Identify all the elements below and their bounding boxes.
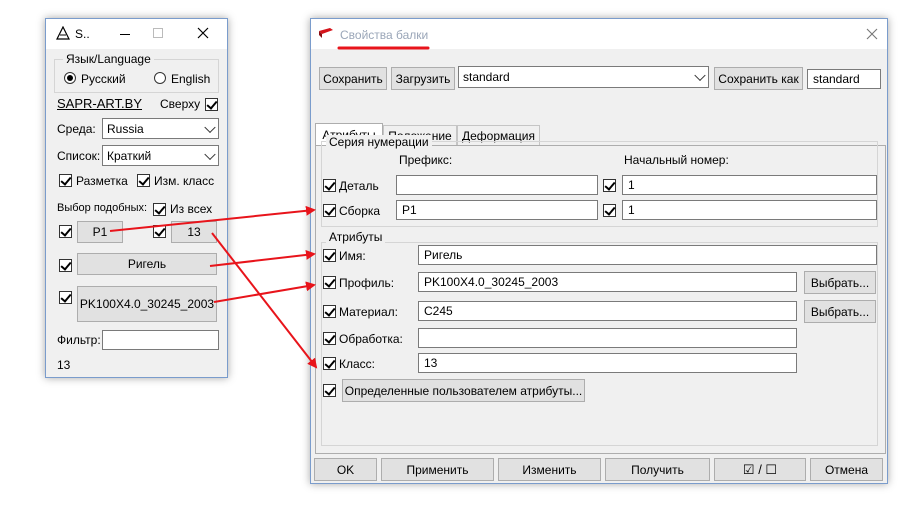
annotation-arrows bbox=[109, 46, 430, 369]
arrow-p1-to-assembly bbox=[109, 205, 316, 232]
arrow-rigel-to-name bbox=[209, 249, 316, 267]
